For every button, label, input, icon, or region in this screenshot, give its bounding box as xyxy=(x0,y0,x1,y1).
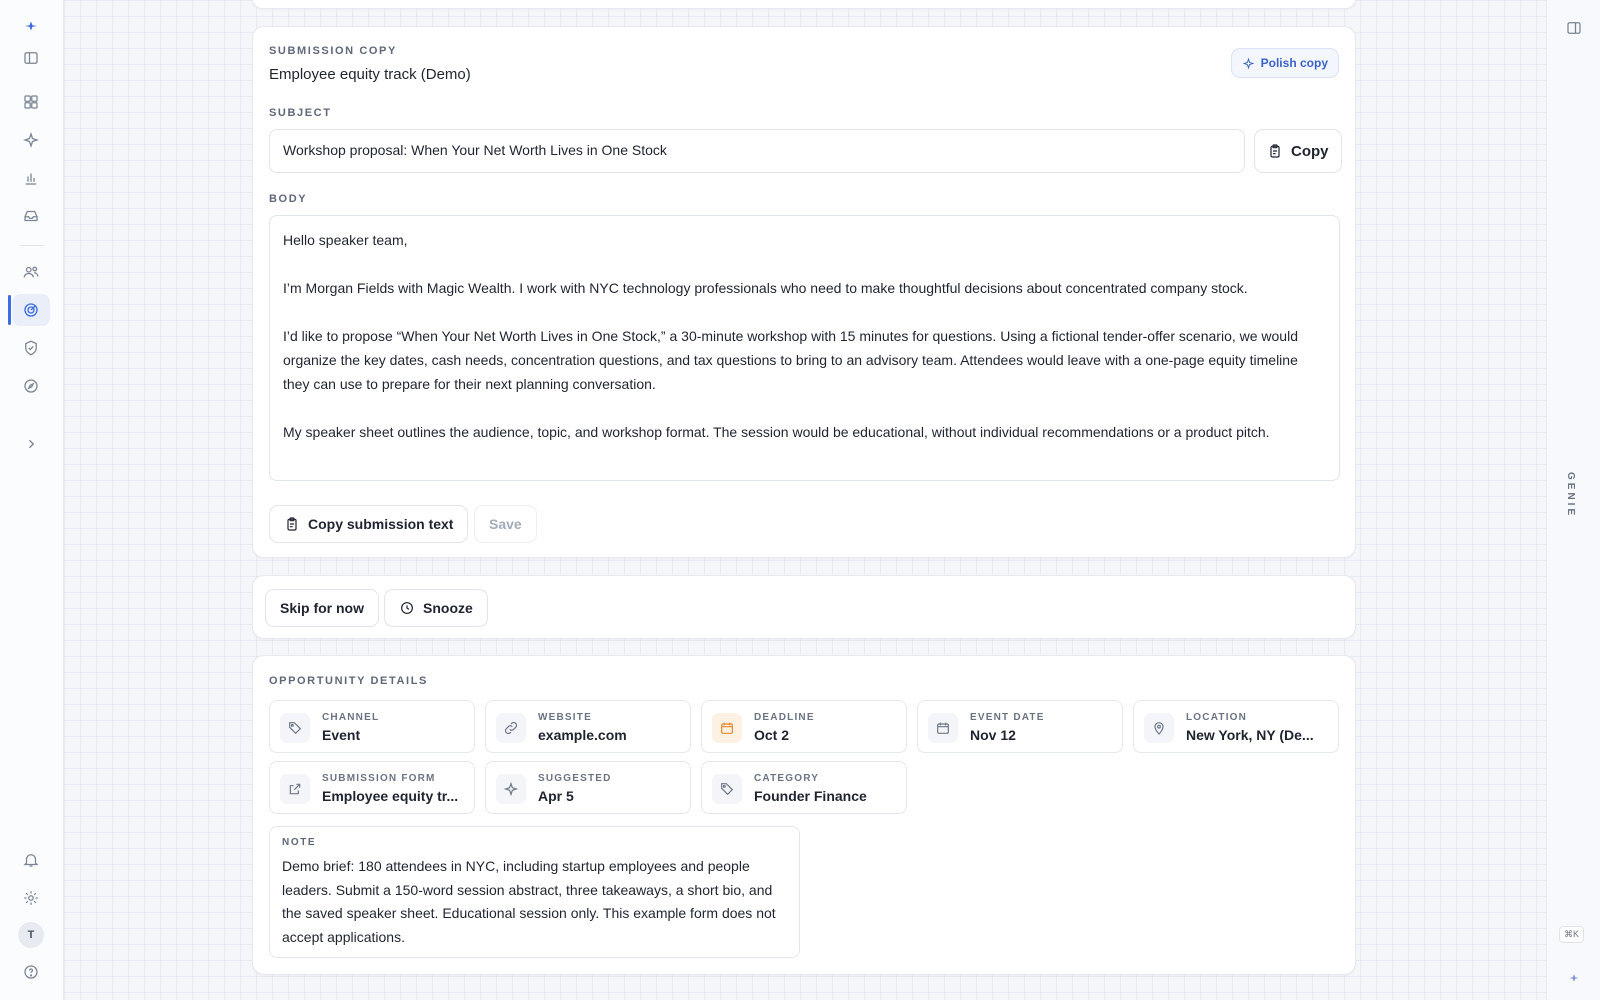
detail-value: Employee equity tr... xyxy=(322,788,459,804)
subject-label: SUBJECT xyxy=(269,107,332,119)
location-pin-icon xyxy=(1144,713,1174,743)
save-label: Save xyxy=(489,516,522,532)
copy-subject-button[interactable]: Copy xyxy=(1254,129,1342,173)
detail-value: New York, NY (De... xyxy=(1186,727,1314,743)
skip-label: Skip for now xyxy=(280,600,364,616)
copy-label: Copy xyxy=(1291,142,1329,160)
help-icon[interactable] xyxy=(12,956,50,988)
external-link-icon xyxy=(280,774,310,804)
body-textarea[interactable]: Hello speaker team, I’m Morgan Fields wi… xyxy=(269,215,1340,481)
snooze-button[interactable]: Snooze xyxy=(384,589,488,627)
detail-value: Apr 5 xyxy=(538,788,574,804)
copy-submission-button[interactable]: Copy submission text xyxy=(269,505,469,543)
detail-tile-location: LOCATION New York, NY (De... xyxy=(1133,700,1339,753)
detail-label: SUGGESTED xyxy=(538,773,612,784)
detail-label: CATEGORY xyxy=(754,773,820,784)
detail-value: Event xyxy=(322,727,361,743)
detail-label: SUBMISSION FORM xyxy=(322,773,436,784)
expand-chevron-icon[interactable] xyxy=(12,428,50,460)
detail-value: Nov 12 xyxy=(970,727,1016,743)
detail-tile-suggested: SUGGESTED Apr 5 xyxy=(485,761,691,814)
panel-toggle-icon[interactable] xyxy=(1555,12,1593,44)
detail-value: example.com xyxy=(538,727,627,743)
submission-copy-card: SUBMISSION COPY Employee equity track (D… xyxy=(252,26,1356,558)
detail-label: DEADLINE xyxy=(754,712,815,723)
detail-label: EVENT DATE xyxy=(970,712,1045,723)
detail-label: CHANNEL xyxy=(322,712,380,723)
detail-tile-category: CATEGORY Founder Finance xyxy=(701,761,907,814)
save-button[interactable]: Save xyxy=(474,505,537,543)
sidebar-toggle-icon[interactable] xyxy=(12,42,50,74)
tag-icon xyxy=(280,713,310,743)
analytics-icon[interactable] xyxy=(12,162,50,194)
active-indicator xyxy=(8,295,11,325)
details-eyebrow: OPPORTUNITY DETAILS xyxy=(269,675,428,687)
link-icon xyxy=(496,713,526,743)
sparkle-icon[interactable] xyxy=(12,124,50,156)
detail-tile-event-date: EVENT DATE Nov 12 xyxy=(917,700,1123,753)
body-label: BODY xyxy=(269,193,308,205)
clipboard-icon xyxy=(1270,144,1280,158)
detail-tile-deadline: DEADLINE Oct 2 xyxy=(701,700,907,753)
opportunities-radar-icon[interactable] xyxy=(12,294,50,326)
genie-panel-rail: GENIE ⌘K xyxy=(1546,0,1600,1000)
shield-check-icon[interactable] xyxy=(12,332,50,364)
bell-icon[interactable] xyxy=(12,844,50,876)
shortcut-badge: ⌘K xyxy=(1559,926,1585,943)
note-label: NOTE xyxy=(282,837,317,848)
compass-icon[interactable] xyxy=(12,370,50,402)
note-text: Demo brief: 180 attendees in NYC, includ… xyxy=(282,858,776,945)
submission-eyebrow: SUBMISSION COPY xyxy=(269,45,397,57)
snooze-label: Snooze xyxy=(423,600,473,616)
calendar-icon xyxy=(928,713,958,743)
sparkle-icon xyxy=(496,774,526,804)
rail-divider xyxy=(20,245,44,246)
detail-value: Oct 2 xyxy=(754,727,790,743)
detail-label: LOCATION xyxy=(1186,712,1248,723)
detail-tile-channel: CHANNEL Event xyxy=(269,700,475,753)
calendar-icon xyxy=(712,713,742,743)
detail-label: WEBSITE xyxy=(538,712,592,723)
avatar[interactable]: T xyxy=(18,922,44,948)
opportunity-details-card: OPPORTUNITY DETAILS CHANNEL Event WEBSIT… xyxy=(252,655,1356,975)
genie-sparkle-icon[interactable] xyxy=(1555,962,1593,994)
gear-icon[interactable] xyxy=(12,882,50,914)
sparkle-icon xyxy=(1242,57,1255,69)
clock-icon xyxy=(401,602,413,614)
clipboard-icon xyxy=(287,517,297,531)
detail-value: Founder Finance xyxy=(754,788,867,804)
dashboard-icon[interactable] xyxy=(12,86,50,118)
note-box: NOTE Demo brief: 180 attendees in NYC, i… xyxy=(269,826,800,958)
polish-copy-label: Polish copy xyxy=(1260,56,1328,70)
submission-title: Employee equity track (Demo) xyxy=(269,66,471,83)
detail-tile-submission-form[interactable]: SUBMISSION FORM Employee equity tr... xyxy=(269,761,475,814)
copy-submission-label: Copy submission text xyxy=(308,516,454,532)
actions-card: Skip for now Snooze xyxy=(252,575,1356,639)
people-icon[interactable] xyxy=(12,256,50,288)
left-rail: T xyxy=(0,0,64,1000)
previous-card xyxy=(252,0,1356,9)
tag-icon xyxy=(712,774,742,804)
logo-icon[interactable] xyxy=(12,10,50,42)
inbox-icon[interactable] xyxy=(12,200,50,232)
genie-label[interactable]: GENIE xyxy=(1565,472,1576,518)
subject-input[interactable]: Workshop proposal: When Your Net Worth L… xyxy=(269,129,1245,173)
polish-copy-button[interactable]: Polish copy xyxy=(1230,48,1339,78)
detail-tile-website[interactable]: WEBSITE example.com xyxy=(485,700,691,753)
skip-for-now-button[interactable]: Skip for now xyxy=(265,589,379,627)
